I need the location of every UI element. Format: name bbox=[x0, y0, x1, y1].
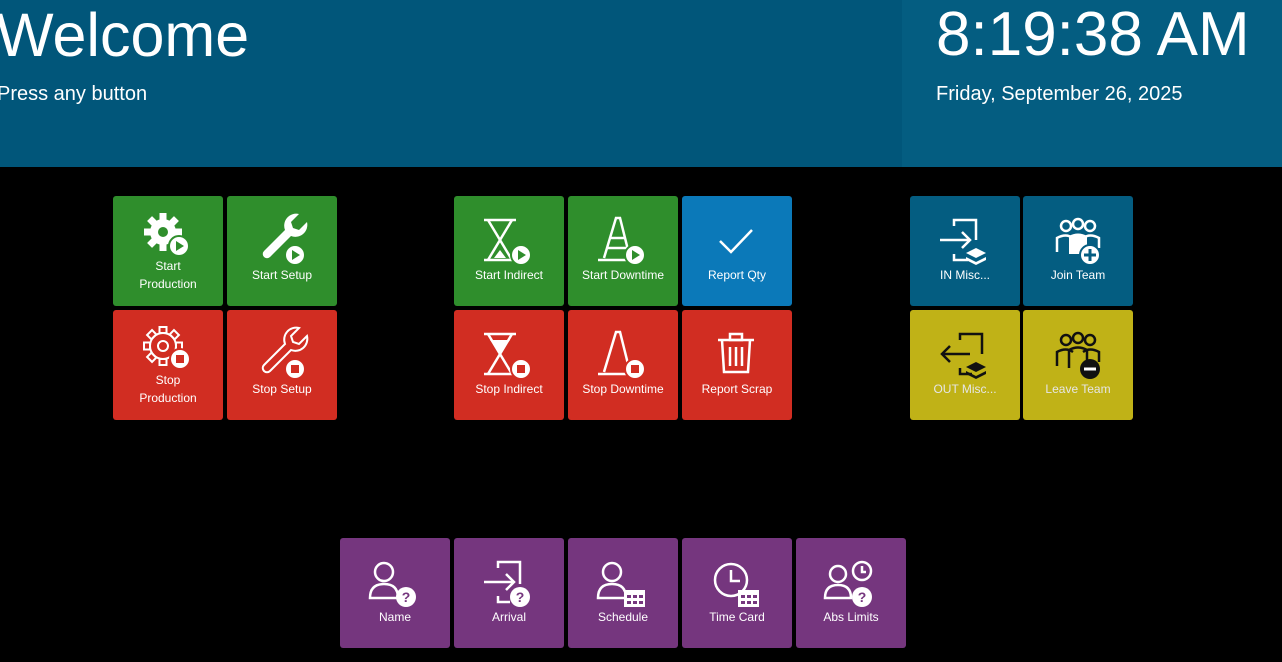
svg-text:?: ? bbox=[516, 589, 525, 605]
current-time: 8:19:38 AM bbox=[936, 0, 1250, 69]
name-button[interactable]: ? Name bbox=[340, 538, 450, 648]
stop-setup-label: Stop Setup bbox=[252, 382, 312, 396]
stop-setup-button[interactable]: Stop Setup bbox=[227, 310, 337, 420]
team-minus-icon bbox=[1055, 331, 1101, 379]
hourglass-stop-icon bbox=[484, 332, 532, 380]
abs-limits-label: Abs Limits bbox=[823, 610, 879, 624]
stop-production-button[interactable]: Stop Production bbox=[113, 310, 223, 420]
start-setup-label: Start Setup bbox=[251, 268, 313, 282]
time-card-label: Time Card bbox=[709, 610, 765, 624]
svg-text:?: ? bbox=[402, 589, 411, 605]
team-plus-icon bbox=[1055, 217, 1101, 266]
cone-stop-icon bbox=[598, 330, 646, 380]
schedule-button[interactable]: Schedule bbox=[568, 538, 678, 648]
report-scrap-label: Report Scrap bbox=[701, 382, 773, 396]
person-clock-question-icon: ? bbox=[823, 560, 873, 607]
report-scrap-button[interactable]: Report Scrap bbox=[682, 310, 792, 420]
start-production-label: Start Production bbox=[139, 259, 197, 291]
person-question-icon: ? bbox=[368, 561, 416, 607]
start-production-button[interactable]: Start Production bbox=[113, 196, 223, 306]
arrival-button[interactable]: ? Arrival bbox=[454, 538, 564, 648]
out-misc-label: OUT Misc... bbox=[933, 382, 997, 396]
stop-downtime-button[interactable]: Stop Downtime bbox=[568, 310, 678, 420]
leave-team-label: Leave Team bbox=[1045, 382, 1111, 396]
stop-indirect-button[interactable]: Stop Indirect bbox=[454, 310, 564, 420]
welcome-title: Welcome bbox=[0, 1, 250, 69]
start-downtime-label: Start Downtime bbox=[581, 268, 665, 282]
stop-production-label: Stop Production bbox=[139, 373, 197, 405]
join-team-label: Join Team bbox=[1050, 268, 1106, 282]
stop-downtime-label: Stop Downtime bbox=[582, 382, 664, 396]
start-indirect-button[interactable]: Start Indirect bbox=[454, 196, 564, 306]
clock-panel: 8:19:38 AM Friday, September 26, 2025 bbox=[902, 0, 1282, 167]
person-calendar-icon bbox=[596, 561, 645, 607]
clock-calendar-icon bbox=[713, 562, 759, 607]
time-card-button[interactable]: Time Card bbox=[682, 538, 792, 648]
current-date: Friday, September 26, 2025 bbox=[936, 83, 1183, 105]
checkmark-icon bbox=[719, 229, 753, 254]
header-banner: Welcome Press any button bbox=[0, 0, 902, 167]
wrench-stop-icon bbox=[261, 326, 309, 380]
hourglass-play-icon bbox=[484, 218, 532, 266]
in-misc-button[interactable]: IN Misc... bbox=[910, 196, 1020, 306]
leave-team-button[interactable]: Leave Team bbox=[1023, 310, 1133, 420]
wrench-play-icon bbox=[262, 213, 308, 266]
start-downtime-button[interactable]: Start Downtime bbox=[568, 196, 678, 306]
svg-text:?: ? bbox=[858, 589, 867, 605]
arrival-label: Arrival bbox=[491, 610, 526, 624]
stop-indirect-label: Stop Indirect bbox=[475, 382, 543, 396]
join-team-button[interactable]: Join Team bbox=[1023, 196, 1133, 306]
schedule-label: Schedule bbox=[597, 610, 649, 624]
out-misc-button[interactable]: OUT Misc... bbox=[910, 310, 1020, 420]
sign-in-layers-icon bbox=[940, 218, 986, 265]
start-indirect-label: Start Indirect bbox=[474, 268, 544, 282]
abs-limits-button[interactable]: ? Abs Limits bbox=[796, 538, 906, 648]
trash-icon bbox=[718, 332, 754, 374]
sign-in-question-icon: ? bbox=[484, 560, 530, 607]
in-misc-label: IN Misc... bbox=[940, 268, 990, 282]
start-setup-button[interactable]: Start Setup bbox=[227, 196, 337, 306]
sign-out-layers-icon bbox=[940, 332, 986, 379]
report-qty-label: Report Qty bbox=[707, 268, 767, 282]
name-label: Name bbox=[378, 610, 411, 624]
welcome-subtitle: Press any button bbox=[0, 83, 148, 105]
report-qty-button[interactable]: Report Qty bbox=[682, 196, 792, 306]
cone-play-icon bbox=[598, 216, 646, 266]
